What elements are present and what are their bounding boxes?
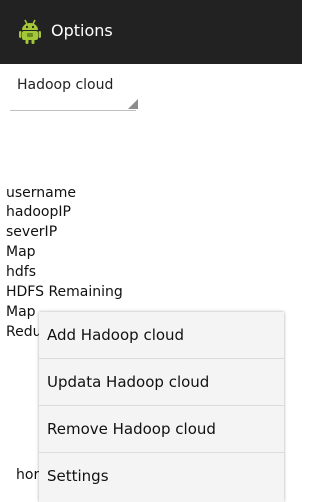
app-title: Options: [51, 21, 113, 40]
info-map-label-2: Map: [6, 304, 36, 320]
info-reduce-label: Redu: [6, 324, 42, 340]
spinner-dropdown-arrow-icon: [128, 99, 138, 109]
spinner-selected-value: Hadoop cloud: [17, 77, 114, 93]
info-hadoopip-label: hadoopIP: [6, 204, 71, 220]
info-hdfs-remaining-label: HDFS Remaining: [6, 284, 123, 300]
action-bar: Options: [0, 0, 302, 64]
options-menu: Add Hadoop cloud Updata Hadoop cloud Rem…: [39, 312, 284, 502]
menu-item-remove-hadoop-cloud[interactable]: Remove Hadoop cloud: [39, 406, 284, 452]
spinner-underline: [10, 110, 136, 111]
info-severip-label: severIP: [6, 224, 58, 240]
info-map-label: Map: [6, 244, 36, 260]
menu-item-update-hadoop-cloud[interactable]: Updata Hadoop cloud: [39, 359, 284, 405]
menu-item-add-hadoop-cloud[interactable]: Add Hadoop cloud: [39, 312, 284, 358]
menu-item-settings[interactable]: Settings: [39, 453, 284, 499]
info-hdfs-label: hdfs: [6, 264, 36, 280]
info-hor-label: hor: [16, 467, 40, 483]
cloud-spinner[interactable]: Hadoop cloud: [10, 72, 138, 112]
android-app-icon[interactable]: [19, 18, 41, 44]
info-username-label: username: [6, 185, 76, 201]
